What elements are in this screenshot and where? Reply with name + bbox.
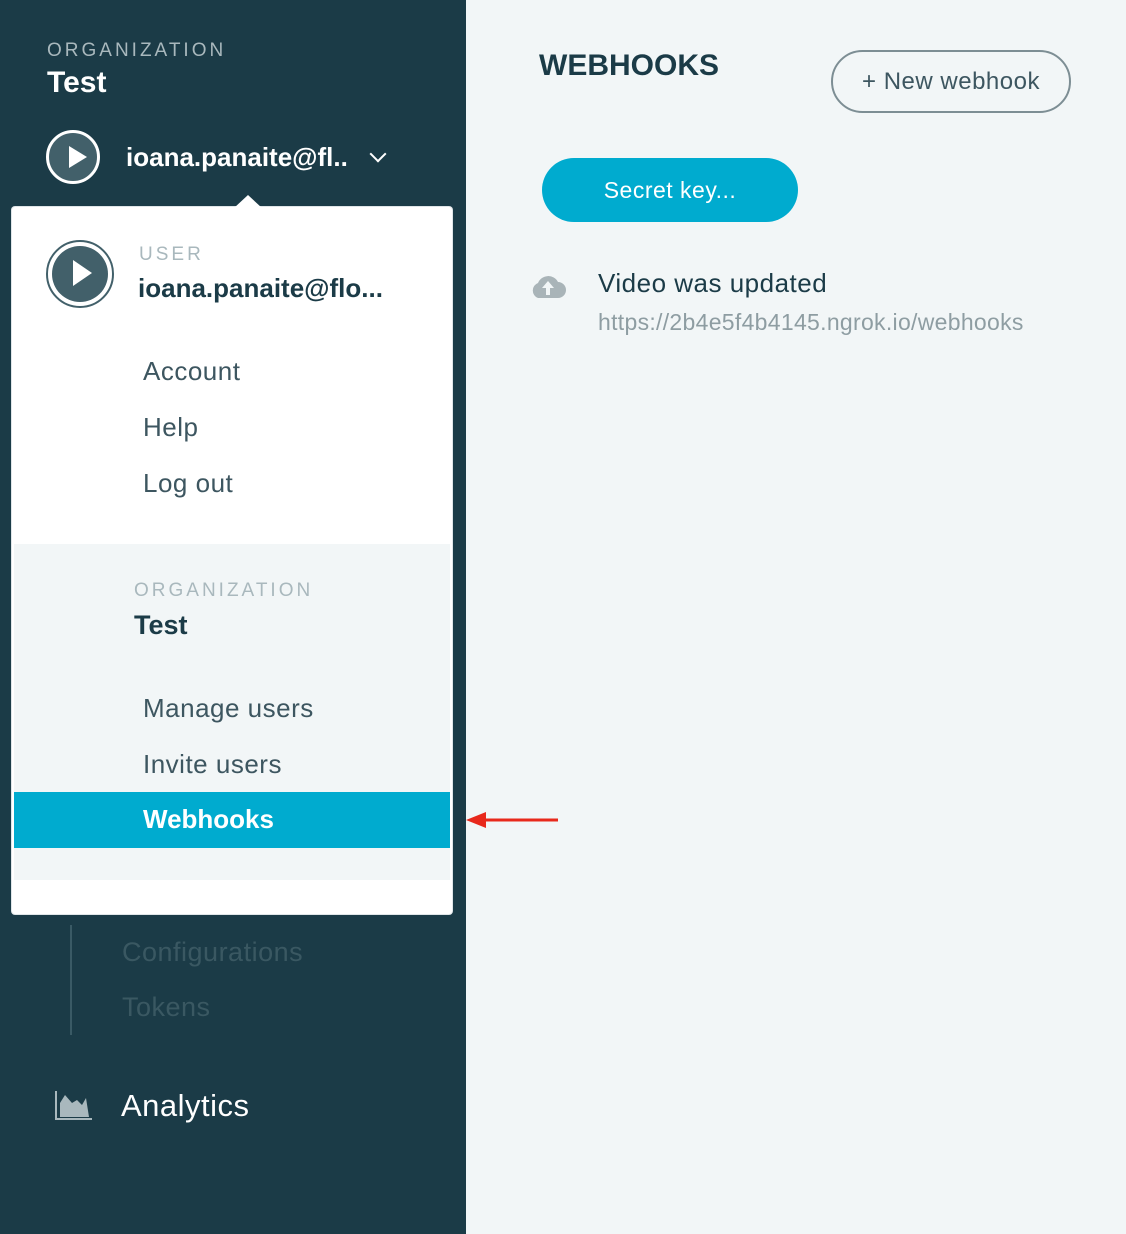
dropdown-org-name: Test — [134, 610, 188, 640]
user-label: USER — [139, 244, 204, 265]
user-dropdown-menu: USER ioana.panaite@flo... Account Help L… — [12, 195, 452, 914]
analytics-chart-icon — [55, 1091, 92, 1120]
webhook-event-title[interactable]: Video was updated — [598, 268, 827, 299]
chevron-down-icon — [369, 145, 387, 163]
dropdown-avatar — [46, 240, 114, 308]
new-webhook-button[interactable]: + New webhook — [831, 50, 1071, 113]
sidebar-item-configurations[interactable]: Configurations — [122, 937, 303, 968]
sidebar-item-analytics[interactable]: Analytics — [55, 1088, 250, 1124]
submenu-divider — [70, 925, 72, 1035]
menu-item-invite-users[interactable]: Invite users — [143, 749, 282, 780]
dropdown-caret — [234, 195, 262, 208]
org-label: ORGANIZATION — [47, 40, 227, 61]
org-name: Test — [47, 66, 107, 99]
menu-item-manage-users[interactable]: Manage users — [143, 693, 314, 724]
menu-item-webhooks-label: Webhooks — [143, 804, 274, 834]
webhook-url: https://2b4e5f4b4145.ngrok.io/webhooks — [598, 309, 1024, 335]
menu-item-account[interactable]: Account — [143, 356, 240, 387]
sidebar-item-tokens[interactable]: Tokens — [122, 992, 211, 1023]
dropdown-org-section: ORGANIZATION Test Manage users Invite us… — [14, 544, 450, 880]
dropdown-user-email: ioana.panaite@flo... — [138, 273, 383, 303]
user-email: ioana.panaite@fl.. — [126, 141, 348, 172]
user-menu-toggle[interactable]: ioana.panaite@fl.. — [46, 127, 387, 187]
secret-key-button[interactable]: Secret key... — [542, 158, 798, 222]
menu-item-webhooks[interactable]: Webhooks — [14, 792, 450, 848]
analytics-label: Analytics — [121, 1088, 250, 1123]
annotation-arrow-icon — [466, 812, 558, 828]
menu-item-log-out[interactable]: Log out — [143, 468, 233, 499]
menu-item-help[interactable]: Help — [143, 412, 198, 443]
dropdown-org-label: ORGANIZATION — [134, 580, 314, 601]
play-icon — [52, 246, 108, 302]
avatar-play-icon — [46, 130, 100, 184]
page-title: WEBHOOKS — [539, 49, 719, 82]
cloud-upload-icon — [532, 276, 566, 298]
